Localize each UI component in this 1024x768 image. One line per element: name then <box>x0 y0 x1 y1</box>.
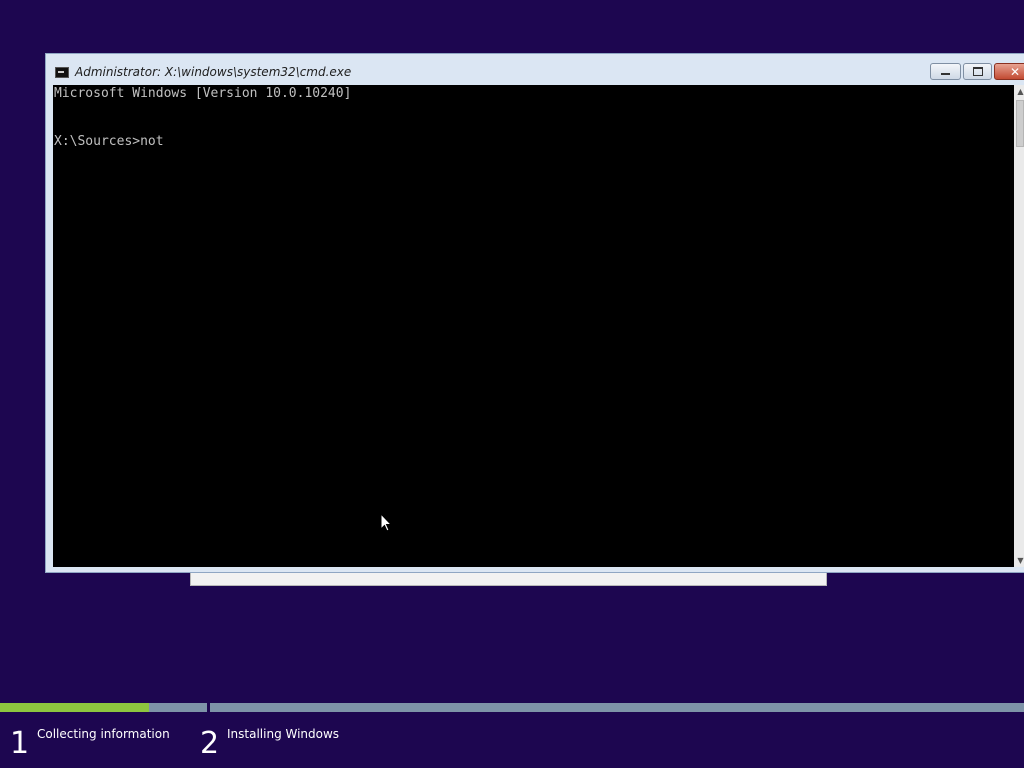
minimize-button[interactable] <box>930 63 961 80</box>
scroll-up-icon[interactable]: ▲ <box>1014 85 1024 98</box>
close-icon: ✕ <box>1009 64 1021 79</box>
title-bar[interactable]: Administrator: X:\windows\system32\cmd.e… <box>46 54 1024 85</box>
console-output[interactable]: Microsoft Windows [Version 10.0.10240] X… <box>53 85 1014 567</box>
console-prompt-line: X:\Sources>not <box>54 134 164 149</box>
progress-bar-installing-windows <box>210 703 1024 712</box>
close-button[interactable]: ✕ <box>994 63 1024 80</box>
vertical-scrollbar[interactable]: ▲ ▼ <box>1014 85 1024 567</box>
step-2-label: Installing Windows <box>227 727 340 741</box>
scroll-thumb[interactable] <box>1016 100 1024 147</box>
cmd-window: Administrator: X:\windows\system32\cmd.e… <box>45 53 1024 573</box>
step-2-number: 2 <box>200 726 220 761</box>
maximize-icon <box>972 67 983 76</box>
console-version-line: Microsoft Windows [Version 10.0.10240] <box>54 86 352 101</box>
scroll-down-icon[interactable]: ▼ <box>1014 554 1024 567</box>
progress-fill-collecting-information <box>0 703 150 712</box>
minimize-icon <box>941 73 950 75</box>
maximize-button[interactable] <box>963 63 992 80</box>
setup-dialog-background <box>190 572 827 586</box>
console-icon[interactable] <box>55 67 69 78</box>
step-1-label: Collecting information <box>37 727 170 741</box>
progress-bar-collecting-information <box>0 703 207 712</box>
step-1-number: 1 <box>10 726 30 761</box>
window-title: Administrator: X:\windows\system32\cmd.e… <box>75 65 352 79</box>
mouse-cursor-icon <box>380 513 392 532</box>
